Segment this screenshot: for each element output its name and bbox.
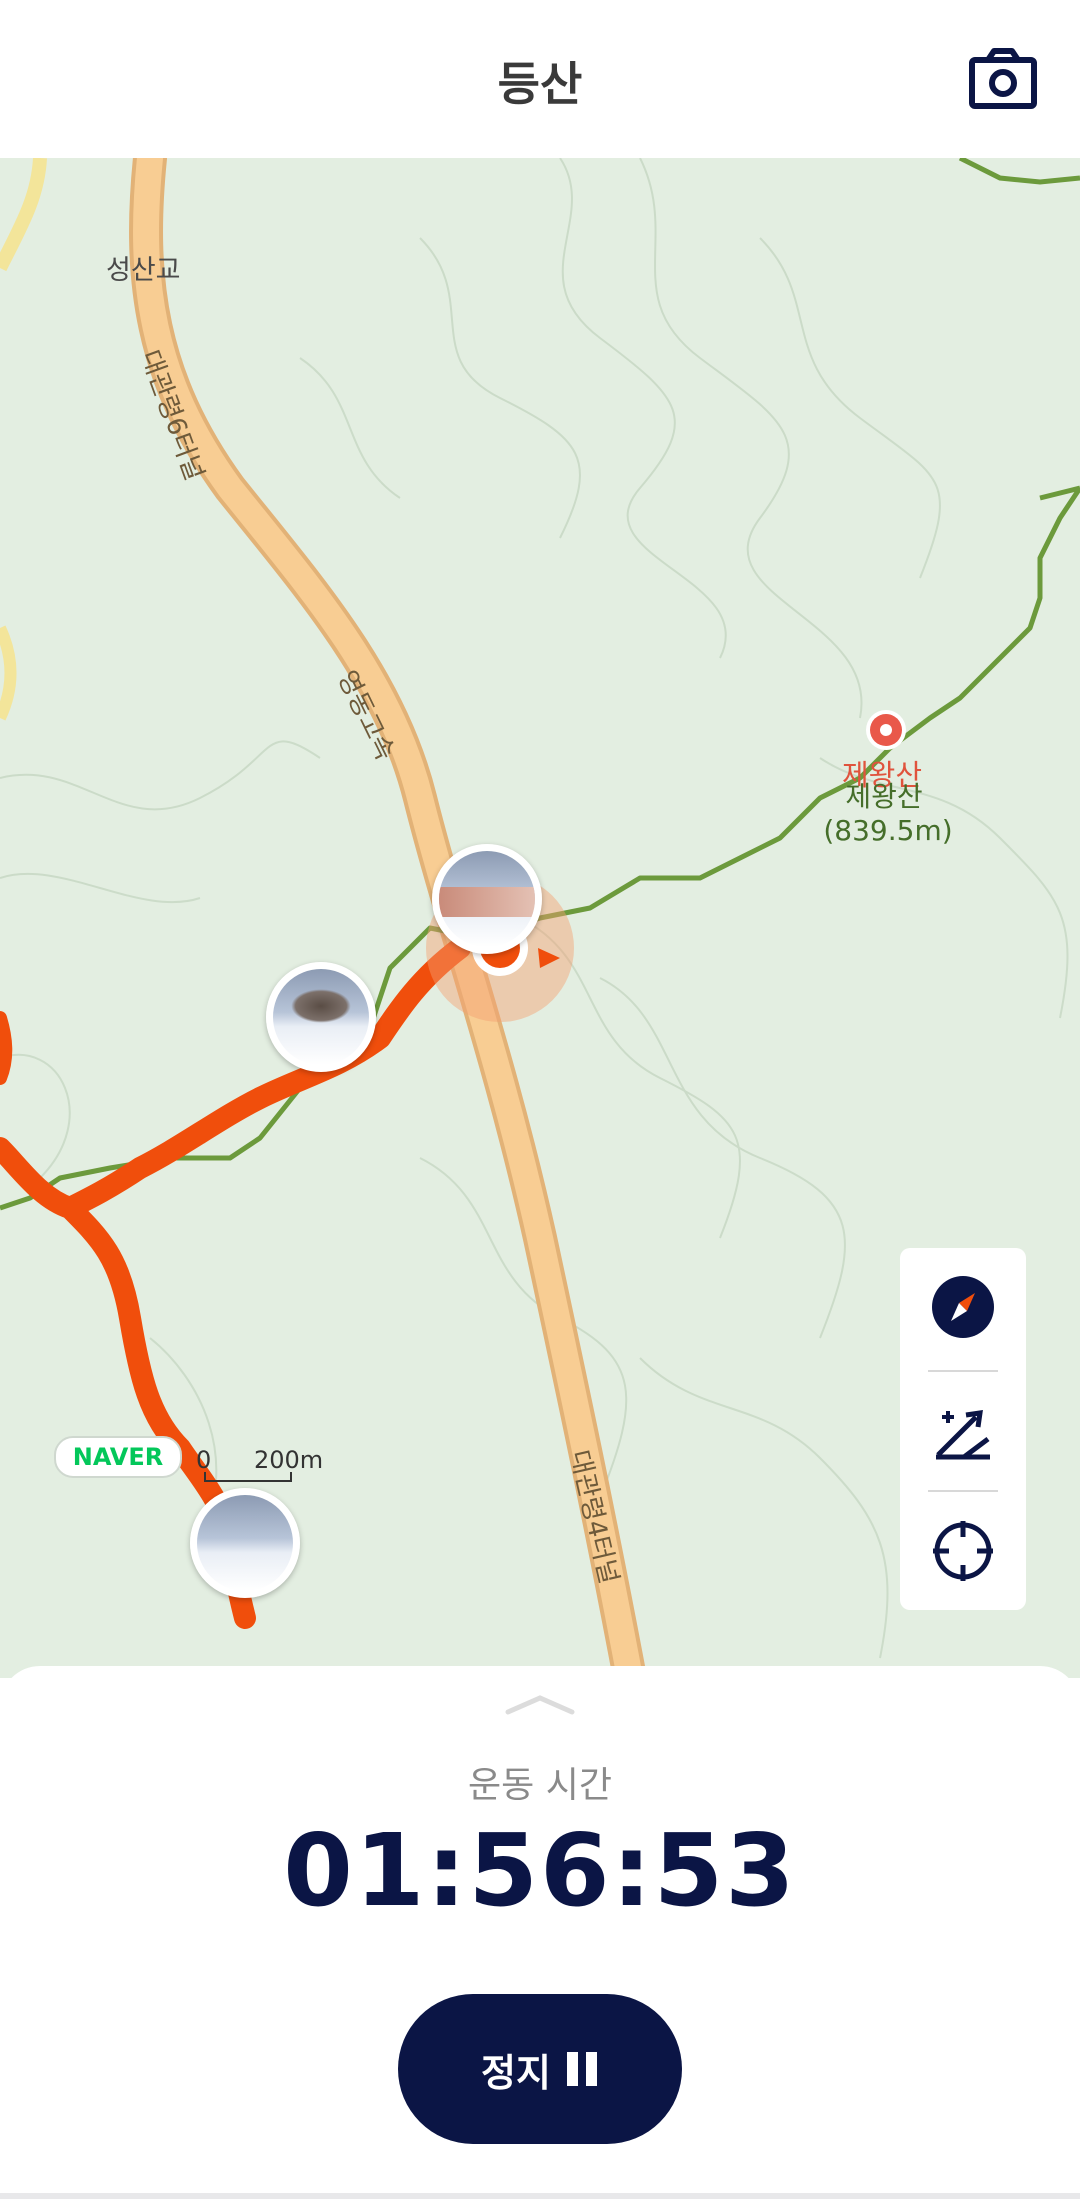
locate-button[interactable] bbox=[900, 1492, 1026, 1610]
scale-label: 200m bbox=[254, 1446, 324, 1474]
compass-button[interactable] bbox=[900, 1248, 1026, 1366]
photo-marker-2[interactable] bbox=[266, 962, 376, 1072]
place-label-seongsangyo: 성산교 bbox=[106, 255, 181, 286]
app-header: 등산 bbox=[0, 0, 1080, 158]
elevation-icon bbox=[936, 1410, 990, 1460]
system-nav-bar bbox=[0, 2193, 1080, 2199]
peak-name: 제왕산 bbox=[845, 780, 923, 813]
scale-zero: 0 bbox=[196, 1446, 212, 1474]
workout-timer: 01:56:53 bbox=[283, 1812, 797, 1929]
stop-button-label: 정지 bbox=[481, 2050, 551, 2095]
page-title: 등산 bbox=[497, 57, 583, 111]
camera-icon bbox=[969, 48, 1037, 109]
crosshair-icon bbox=[933, 1521, 993, 1581]
map-controls bbox=[900, 1248, 1026, 1610]
photo-marker-3[interactable] bbox=[190, 1488, 300, 1598]
workout-sheet: 운동 시간 01:56:53 정지 bbox=[0, 1666, 1080, 2199]
pause-icon bbox=[565, 2052, 599, 2086]
scale-bar bbox=[204, 1472, 292, 1482]
naver-logo: NAVER bbox=[54, 1436, 182, 1478]
hiking-screen: 등산 성산교 대관령6터널 영동고속 대관령4터널 제왕산 제왕산 (839.5… bbox=[0, 0, 1080, 2199]
trail-path bbox=[0, 486, 1080, 1211]
stop-button[interactable]: 정지 bbox=[398, 1994, 682, 2144]
chevron-up-icon bbox=[505, 1695, 575, 1715]
photo-marker-1[interactable] bbox=[432, 844, 542, 954]
peak-elevation-label: (839.5m) bbox=[823, 814, 953, 847]
compass-icon bbox=[932, 1276, 994, 1338]
elevation-button[interactable] bbox=[900, 1372, 1026, 1490]
sheet-handle[interactable] bbox=[504, 1692, 576, 1716]
camera-button[interactable] bbox=[968, 46, 1038, 110]
peak-name-label: 제왕산 bbox=[826, 780, 942, 814]
workout-time-label: 운동 시간 bbox=[468, 1765, 612, 1806]
